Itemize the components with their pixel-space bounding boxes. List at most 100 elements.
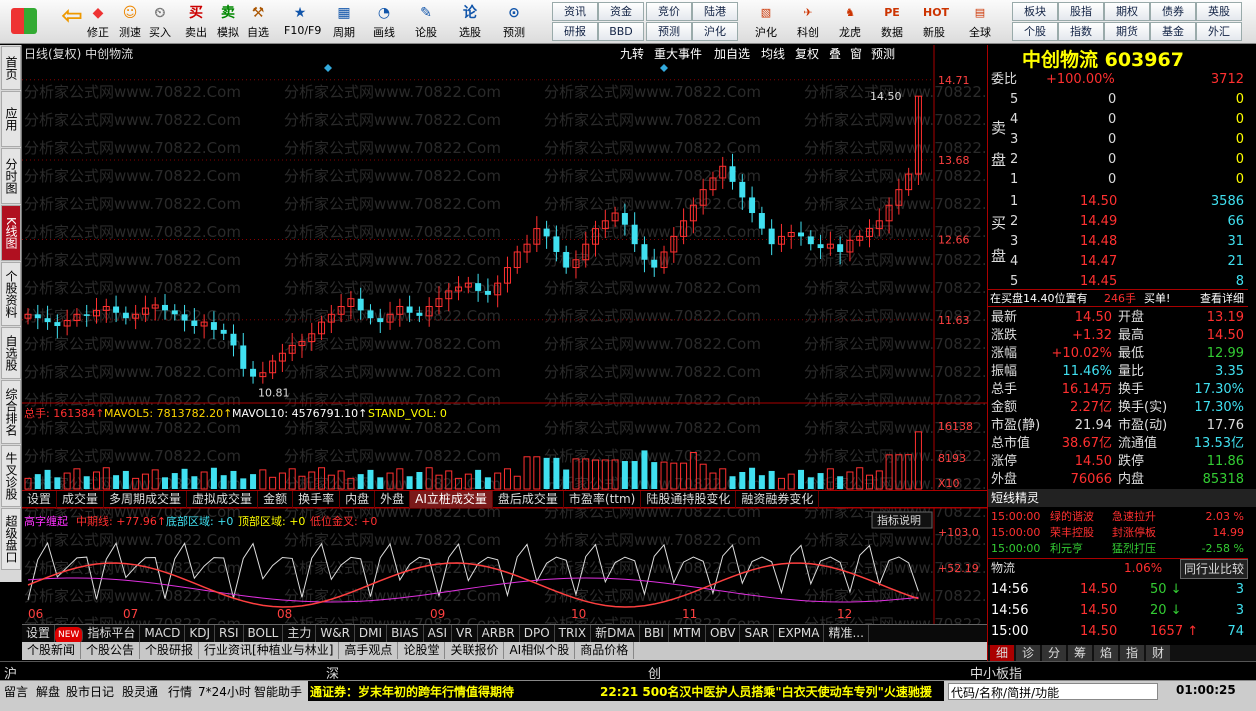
dx-row[interactable]: 15:00:00 利元亨 猛烈打压 -2.58 % xyxy=(988,541,1248,557)
leftnav-item-1[interactable]: 应用 xyxy=(1,91,21,147)
ind-tab-13[interactable]: ARBR xyxy=(478,625,520,642)
vol-tab-7[interactable]: 外盘 xyxy=(375,491,411,508)
ind-tab-10[interactable]: BIAS xyxy=(387,625,424,642)
vol-tab-1[interactable]: 成交量 xyxy=(57,491,105,508)
right-tab-6[interactable]: 财 xyxy=(1146,645,1170,661)
status-item-4[interactable]: 行情 xyxy=(168,683,192,700)
toolbar-grid-btn[interactable]: 基金 xyxy=(1150,22,1196,41)
toolbar-grid-btn[interactable]: 资讯 xyxy=(552,2,598,21)
toolbar-btn2-5[interactable]: ▤ 全球 xyxy=(962,0,998,44)
ind-tab-15[interactable]: TRIX xyxy=(555,625,592,642)
toolbar-grid-btn[interactable]: 板块 xyxy=(1012,2,1058,21)
ind-tab-6[interactable]: BOLL xyxy=(244,625,284,642)
toolbar-btn-9[interactable]: ✎ 论股 xyxy=(410,0,442,44)
ind-tab-0[interactable]: 设置 xyxy=(22,625,56,642)
toolbar-btn2-0[interactable]: ▧ 沪化 xyxy=(748,0,784,44)
ind-tab-5[interactable]: RSI xyxy=(215,625,244,642)
leftnav-item-2[interactable]: 分时图 xyxy=(1,148,21,204)
leftnav-item-8[interactable]: 超级盘口 xyxy=(1,508,21,570)
ind-tab-18[interactable]: MTM xyxy=(669,625,706,642)
toolbar-grid-btn[interactable]: 陆港 xyxy=(692,2,738,21)
ind-tab-8[interactable]: W&R xyxy=(316,625,355,642)
ind-tab-12[interactable]: VR xyxy=(452,625,478,642)
ind-tab-14[interactable]: DPO xyxy=(520,625,555,642)
ind-tab-7[interactable]: 主力 xyxy=(283,625,317,642)
status-item-5[interactable]: 7*24小时 xyxy=(198,683,251,700)
kline-chart-area[interactable]: 分析家公式网www.70822.Com 分析家公式网www.70822.Com 分析… xyxy=(22,45,1021,633)
news-tab-0[interactable]: 个股新闻 xyxy=(22,642,82,659)
toolbar-grid-btn[interactable]: 沪化 xyxy=(692,22,738,41)
industry-compare-button[interactable]: 同行业比较 xyxy=(1179,559,1248,579)
ind-tab-2[interactable]: 指标平台 xyxy=(83,625,141,642)
news-ticker[interactable]: 通证券：岁末年初的跨年行情值得期待 22:21 500名汉中医护人员搭乘"白衣天使… xyxy=(308,681,944,701)
toolbar-btn-2[interactable]: ⏲ 买入 xyxy=(144,0,176,44)
toolbar-btn2-3[interactable]: PE 数据 xyxy=(874,0,910,44)
vol-tab-0[interactable]: 设置 xyxy=(22,491,58,508)
status-item-2[interactable]: 股市日记 xyxy=(66,683,114,700)
toolbar-btn-1[interactable]: ☺ 测速 xyxy=(114,0,146,44)
news-tab-5[interactable]: 论股堂 xyxy=(398,642,446,659)
ind-tab-3[interactable]: MACD xyxy=(140,625,186,642)
status-item-1[interactable]: 解盘 xyxy=(36,683,60,700)
toolbar-grid-btn[interactable]: 个股 xyxy=(1012,22,1058,41)
toolbar-btn2-2[interactable]: ♞ 龙虎 xyxy=(832,0,868,44)
leftnav-item-4[interactable]: 个股资料 xyxy=(1,262,21,326)
toolbar-grid-btn[interactable]: 期权 xyxy=(1104,2,1150,21)
right-tab-0[interactable]: 细 xyxy=(990,645,1014,661)
right-tab-4[interactable]: 焰 xyxy=(1094,645,1118,661)
toolbar-grid-btn[interactable]: 竞价 xyxy=(646,2,692,21)
toolbar-grid-btn[interactable]: 资金 xyxy=(598,2,644,21)
vol-tab-10[interactable]: 市盈率(ttm) xyxy=(564,491,642,508)
toolbar-grid-btn[interactable]: 英股 xyxy=(1196,2,1242,21)
toolbar-grid-btn[interactable]: 研报 xyxy=(552,22,598,41)
vol-tab-3[interactable]: 虚拟成交量 xyxy=(187,491,259,508)
status-item-0[interactable]: 留言 xyxy=(4,683,28,700)
news-tab-2[interactable]: 个股研报 xyxy=(140,642,200,659)
toolbar-grid-btn[interactable]: BBD xyxy=(598,22,644,41)
news-tab-4[interactable]: 高手观点 xyxy=(339,642,399,659)
toolbar-grid-btn[interactable]: 债券 xyxy=(1150,2,1196,21)
right-tab-2[interactable]: 分 xyxy=(1042,645,1066,661)
note-detail-link[interactable]: 查看详细 xyxy=(1200,290,1244,308)
leftnav-item-5[interactable]: 自选股 xyxy=(1,327,21,379)
toolbar-btn-6[interactable]: ★ F10/F9 xyxy=(284,0,321,44)
ind-tab-20[interactable]: SAR xyxy=(740,625,774,642)
dx-row[interactable]: 15:00:00 绿的谐波 急速拉升 2.03 % xyxy=(988,509,1248,525)
news-tab-6[interactable]: 关联报价 xyxy=(445,642,505,659)
status-item-3[interactable]: 股灵通 xyxy=(122,683,158,700)
ind-tab-19[interactable]: OBV xyxy=(706,625,741,642)
right-tab-5[interactable]: 指 xyxy=(1120,645,1144,661)
ind-tab-21[interactable]: EXPMA xyxy=(774,625,825,642)
toolbar-btn-10[interactable]: 论选股 xyxy=(454,0,486,44)
vol-tab-6[interactable]: 内盘 xyxy=(340,491,376,508)
ind-tab-22[interactable]: 精准... xyxy=(824,625,869,642)
right-tab-1[interactable]: 诊 xyxy=(1016,645,1040,661)
toolbar-grid-btn[interactable]: 股指 xyxy=(1058,2,1104,21)
dx-row[interactable]: 15:00:00 荣丰控股 封涨停板 14.99 xyxy=(988,525,1248,541)
leftnav-item-3[interactable]: K线图 xyxy=(1,205,21,261)
toolbar-btn-7[interactable]: ▦ 周期 xyxy=(328,0,360,44)
toolbar-btn-3[interactable]: 买卖出 xyxy=(180,0,212,44)
vol-tab-9[interactable]: 盘后成交量 xyxy=(493,491,564,508)
toolbar-btn-4[interactable]: 卖模拟 xyxy=(212,0,244,44)
toolbar-btn2-1[interactable]: ✈ 科创 xyxy=(790,0,826,44)
ind-tab-11[interactable]: ASI xyxy=(424,625,453,642)
leftnav-item-7[interactable]: 牛叉诊股 xyxy=(1,445,21,507)
toolbar-btn2-4[interactable]: HOT 新股 xyxy=(916,0,952,44)
news-tab-8[interactable]: 商品价格 xyxy=(575,642,635,659)
vol-tab-11[interactable]: 陆股通持股变化 xyxy=(641,491,737,508)
toolbar-btn-5[interactable]: ⚒ 自选 xyxy=(242,0,274,44)
news-tab-1[interactable]: 个股公告 xyxy=(81,642,141,659)
status-item-6[interactable]: 智能助手 xyxy=(254,683,302,700)
ind-tab-9[interactable]: DMI xyxy=(355,625,388,642)
toolbar-grid-btn[interactable]: 预测 xyxy=(646,22,692,41)
color-grid-icon[interactable] xyxy=(6,0,42,44)
chart-svg[interactable]: 分析家公式网www.70822.Com 分析家公式网www.70822.Com 分析… xyxy=(22,45,1021,633)
toolbar-grid-btn[interactable]: 外汇 xyxy=(1196,22,1242,41)
right-tab-3[interactable]: 筹 xyxy=(1068,645,1092,661)
ind-tab-17[interactable]: BBI xyxy=(640,625,669,642)
ind-tab-16[interactable]: 新DMA xyxy=(591,625,640,642)
vol-tab-4[interactable]: 金额 xyxy=(258,491,294,508)
vol-tab-2[interactable]: 多周期成交量 xyxy=(104,491,188,508)
ind-tab-4[interactable]: KDJ xyxy=(185,625,215,642)
